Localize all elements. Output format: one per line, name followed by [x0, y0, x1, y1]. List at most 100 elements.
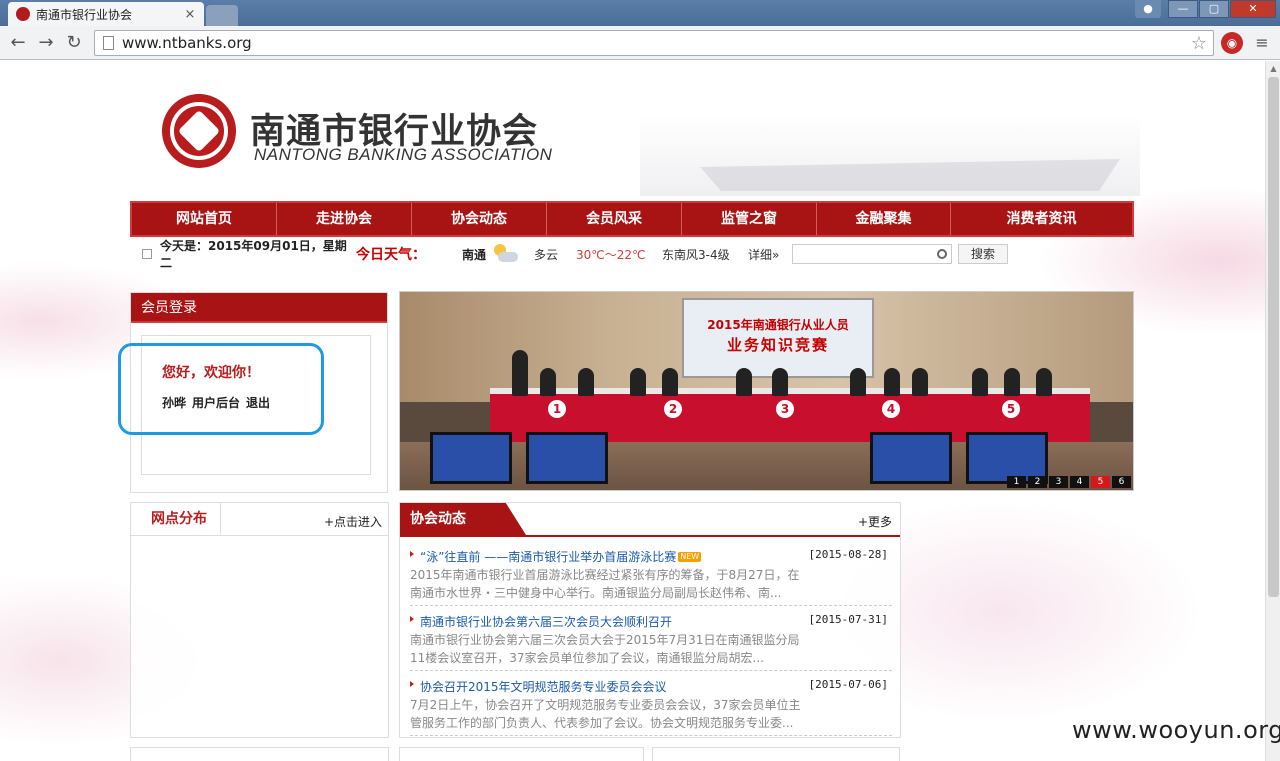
new-tab-button[interactable]: [206, 5, 238, 26]
slide-monitor: [526, 432, 608, 484]
slide-screen-subtitle: 业务知识竞赛: [726, 336, 829, 354]
outlets-title: 网点分布: [131, 503, 221, 535]
news-title-row: 协会召开2015年文明规范服务专业委员会会议 [2015-07-06]: [410, 678, 892, 696]
user-profile-icon[interactable]: ●: [1135, 0, 1161, 18]
nav-item-home[interactable]: 网站首页: [132, 203, 277, 235]
news-more-link[interactable]: +更多: [858, 513, 892, 530]
browser-tabstrip: 南通市银行业协会 × ● — ▢ ✕: [0, 0, 1280, 26]
login-panel-title: 会员登录: [131, 293, 387, 323]
scroll-thumb[interactable]: [1268, 77, 1279, 597]
slide-badge: 3: [776, 400, 794, 418]
news-item: “泳”往直前 ——南通市银行业举办首届游泳比赛 NEW [2015-08-28] …: [410, 548, 892, 606]
logo-emblem-icon[interactable]: [162, 94, 236, 168]
reload-icon[interactable]: ↻: [62, 31, 86, 55]
news-item: 协会召开2015年文明规范服务专业委员会会议 [2015-07-06] 7月2日…: [410, 678, 892, 736]
partly-cloudy-icon: [492, 244, 518, 264]
news-item-title[interactable]: “泳”往直前 ——南通市银行业举办首届游泳比赛 NEW: [420, 548, 702, 565]
news-item-date: [2015-07-31]: [808, 613, 888, 626]
outlets-panel: 网点分布 +点击进入: [130, 502, 389, 738]
maximize-icon[interactable]: ▢: [1199, 0, 1229, 18]
browser-toolbar: ← → ↻ www.ntbanks.org ☆ ◉ ≡: [0, 26, 1280, 60]
news-item: 南通市银行业协会第六届三次会员大会顺利召开 [2015-07-31] 南通市银行…: [410, 613, 892, 671]
news-item-date: [2015-07-06]: [808, 678, 888, 691]
tab-title: 南通市银行业协会: [36, 7, 133, 22]
weather-city: 南通: [462, 247, 487, 262]
nav-item-regulation[interactable]: 监管之窗: [682, 203, 817, 235]
site-favicon-icon: [16, 7, 30, 21]
news-item-title-text[interactable]: “泳”往直前 ——南通市银行业举办首届游泳比赛: [420, 550, 676, 564]
bullet-arrow-icon: [410, 616, 414, 622]
slide-badge: 1: [548, 400, 566, 418]
news-divider: [400, 535, 900, 537]
search-button[interactable]: 搜索: [958, 244, 1008, 264]
slide-person: [912, 368, 928, 396]
news-item-summary: 2015年南通市银行业首届游泳比赛经过紧张有序的筹备，于8月27日，在南通市水世…: [410, 568, 800, 600]
nav-item-news[interactable]: 协会动态: [412, 203, 547, 235]
slider-page-2[interactable]: 2: [1028, 476, 1047, 488]
new-badge: NEW: [678, 552, 702, 562]
browser-menu-icon[interactable]: ≡: [1252, 32, 1272, 54]
cloud-shape: [498, 252, 518, 262]
news-title: 协会动态: [400, 503, 526, 535]
slide-person: [578, 368, 594, 396]
slide-badge: 4: [882, 400, 900, 418]
slide-person: [884, 368, 900, 396]
slider-page-4[interactable]: 4: [1070, 476, 1089, 488]
news-item-summary: 7月2日上午，协会召开了文明规范服务专业委员会会议，37家会员单位主管服务工作的…: [410, 698, 801, 730]
tab-close-icon[interactable]: ×: [182, 7, 198, 22]
slide-person: [772, 368, 788, 396]
main-navigation: 网站首页 走进协会 协会动态 会员风采 监管之窗 金融聚集 消费者资讯: [130, 201, 1134, 237]
info-bar: 今天是：2015年09月01日，星期二 今日天气： 南通 多云 30℃～22℃ …: [130, 239, 1134, 270]
back-icon[interactable]: ←: [6, 31, 30, 55]
bullet-arrow-icon: [410, 681, 414, 687]
news-title-row: 南通市银行业协会第六届三次会员大会顺利召开 [2015-07-31]: [410, 613, 892, 631]
news-item-title[interactable]: 南通市银行业协会第六届三次会员大会顺利召开: [420, 613, 672, 630]
slide-monitor: [870, 432, 952, 484]
page-scrollbar[interactable]: ▲: [1265, 61, 1280, 761]
slide-screen-title: 2015年南通银行从业人员: [707, 318, 849, 332]
nav-item-finance[interactable]: 金融聚集: [817, 203, 951, 235]
slider-page-5[interactable]: 5: [1091, 476, 1110, 488]
weather-title: 今日天气：: [356, 247, 426, 263]
close-window-icon[interactable]: ✕: [1230, 0, 1276, 18]
search-icon: [937, 249, 947, 259]
nav-item-consumer[interactable]: 消费者资讯: [951, 203, 1132, 235]
news-item-title[interactable]: 协会召开2015年文明规范服务专业委员会会议: [420, 678, 667, 695]
slider-page-1[interactable]: 1: [1007, 476, 1026, 488]
url-text[interactable]: www.ntbanks.org: [122, 34, 1191, 52]
watermark-text: www.wooyun.org: [1072, 716, 1280, 744]
slide-person: [1004, 368, 1020, 396]
slider-page-3[interactable]: 3: [1049, 476, 1068, 488]
slide-person: [540, 368, 556, 396]
slider-pagination: 1 2 3 4 5 6: [1007, 476, 1131, 488]
slider-page-6[interactable]: 6: [1112, 476, 1131, 488]
calendar-icon: [142, 249, 152, 259]
extension-icon[interactable]: ◉: [1221, 32, 1243, 54]
address-bar[interactable]: www.ntbanks.org ☆: [94, 30, 1214, 56]
nav-item-members[interactable]: 会员风采: [547, 203, 682, 235]
scroll-up-icon[interactable]: ▲: [1266, 61, 1280, 76]
banner-slider[interactable]: 2015年南通银行从业人员 业务知识竞赛 1 2 3 4 5 1 2 3 4 5…: [399, 291, 1134, 491]
slide-projection-screen: 2015年南通银行从业人员 业务知识竞赛: [682, 298, 874, 378]
slide-monitor: [430, 432, 512, 484]
news-title-row: “泳”往直前 ——南通市银行业举办首届游泳比赛 NEW [2015-08-28]: [410, 548, 892, 566]
forward-icon[interactable]: →: [34, 31, 58, 55]
slide-person: [1036, 368, 1052, 396]
outlets-divider: [131, 535, 388, 536]
news-item-date: [2015-08-28]: [808, 548, 888, 561]
slide-person: [850, 368, 866, 396]
minimize-icon[interactable]: —: [1168, 0, 1198, 18]
slide-person: [972, 368, 988, 396]
slide-person: [736, 368, 752, 396]
weather-details-link[interactable]: 详细»: [748, 246, 788, 263]
search-input[interactable]: [792, 244, 952, 264]
window-controls: ● — ▢ ✕: [1135, 0, 1276, 18]
nav-item-about[interactable]: 走进协会: [277, 203, 412, 235]
annotation-highlight-ring: [118, 343, 324, 435]
logo-title-en: NANTONG BANKING ASSOCIATION: [254, 145, 553, 164]
bottom-panel-left: [130, 747, 389, 761]
browser-tab-active[interactable]: 南通市银行业协会 ×: [8, 2, 204, 26]
bookmark-star-icon[interactable]: ☆: [1191, 33, 1207, 54]
outlets-more-link[interactable]: +点击进入: [324, 513, 382, 530]
slide-badge: 2: [664, 400, 682, 418]
